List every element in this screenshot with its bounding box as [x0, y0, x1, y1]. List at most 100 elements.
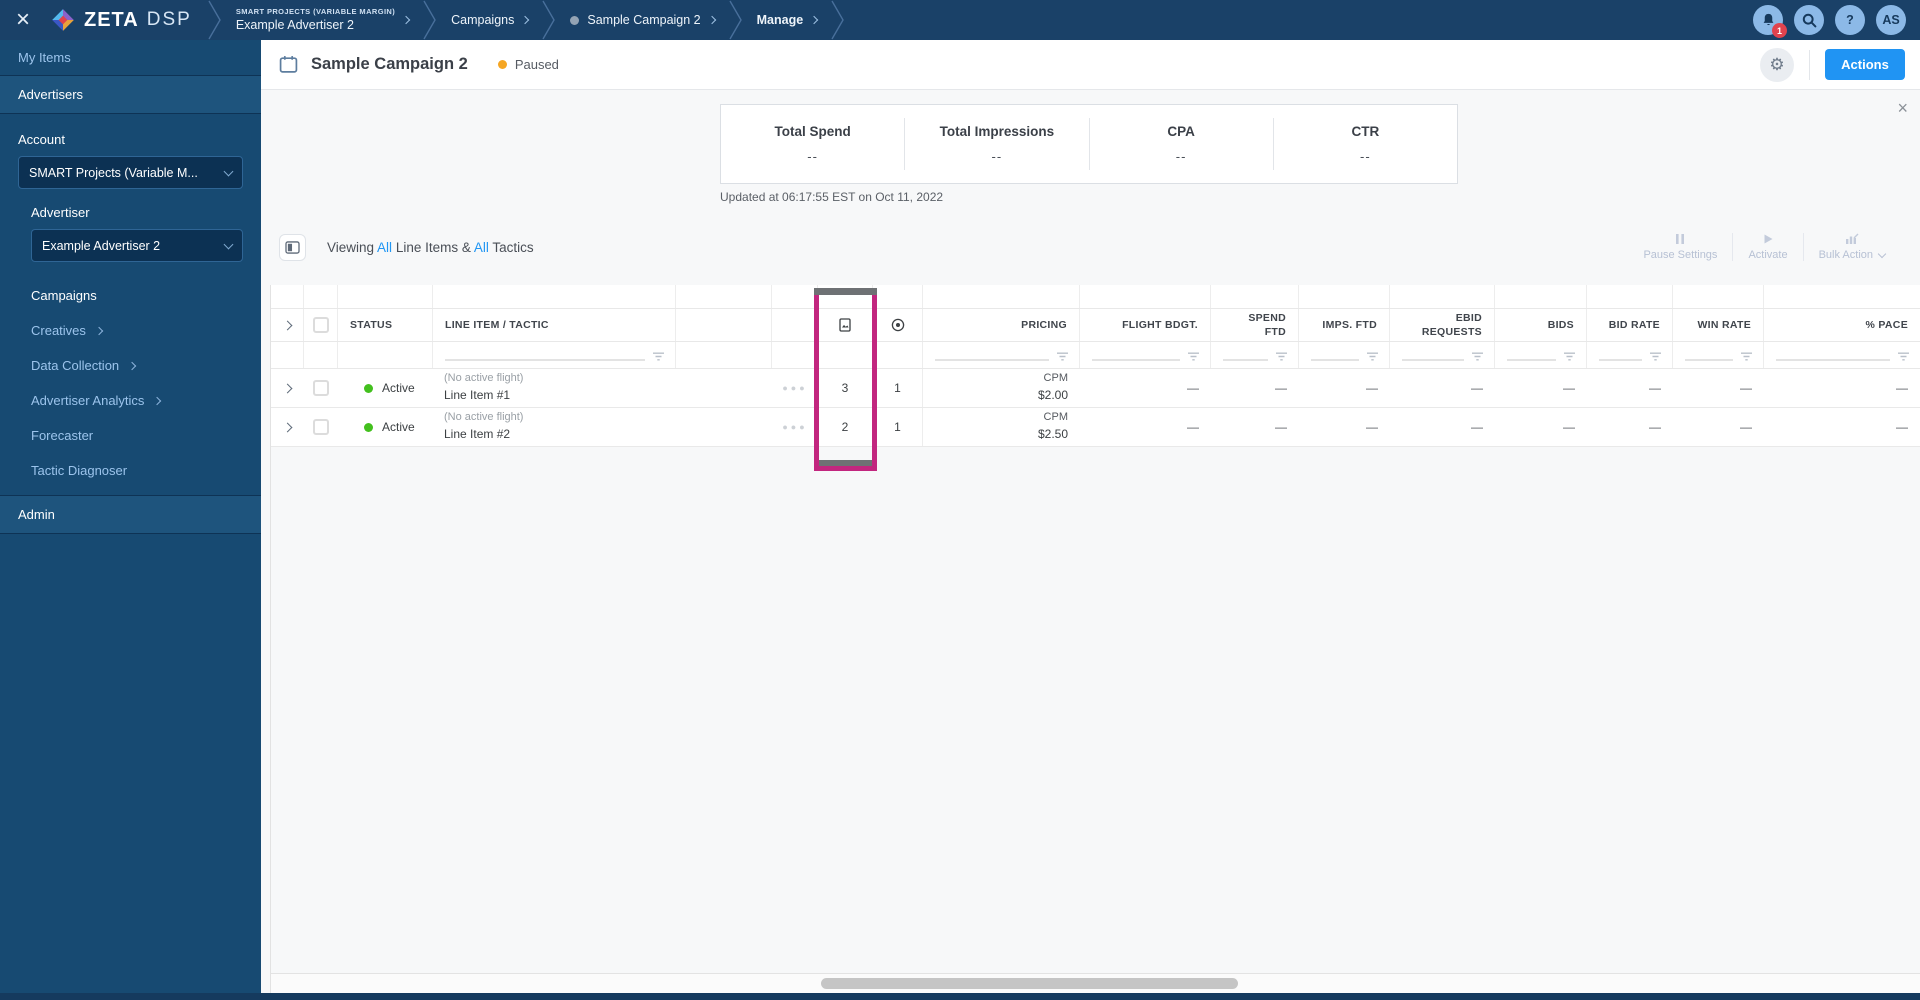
- filter-icon[interactable]: [1056, 352, 1069, 361]
- expand-row-chevron[interactable]: [282, 383, 293, 393]
- breadcrumb-campaigns[interactable]: Campaigns: [437, 13, 542, 27]
- breadcrumb-campaign[interactable]: Sample Campaign 2: [556, 13, 728, 27]
- close-stats-icon[interactable]: ×: [1897, 98, 1908, 119]
- bulk-action-button[interactable]: Bulk Action: [1804, 233, 1900, 261]
- column-header-status[interactable]: STATUS: [338, 309, 433, 341]
- filter-input[interactable]: [1223, 351, 1268, 361]
- filter-icon[interactable]: [1897, 352, 1910, 361]
- creatives-count-cell: 2: [818, 408, 873, 446]
- sidebar-item-forecaster[interactable]: Forecaster: [0, 418, 261, 453]
- column-header-bid-rate[interactable]: BID RATE: [1587, 309, 1673, 341]
- column-header-spend-ftd[interactable]: SPEND FTD: [1211, 309, 1299, 341]
- chevron-right-icon: [153, 396, 162, 405]
- column-header-bids[interactable]: BIDS: [1495, 309, 1587, 341]
- row-checkbox[interactable]: [313, 419, 329, 435]
- filter-pace[interactable]: [1764, 342, 1920, 368]
- filter-flight-bdgt[interactable]: [1080, 342, 1211, 368]
- filter-imps-ftd[interactable]: [1299, 342, 1390, 368]
- filter-input[interactable]: [935, 351, 1049, 361]
- breadcrumb-manage[interactable]: Manage: [743, 13, 832, 27]
- advertiser-select[interactable]: Example Advertiser 2: [31, 229, 243, 262]
- zeta-dsp-logo[interactable]: ZETA DSP: [46, 7, 208, 33]
- expand-all-chevron[interactable]: [282, 320, 292, 330]
- gear-icon: ⚙: [1769, 54, 1785, 74]
- column-header-pricing[interactable]: PRICING: [923, 309, 1080, 341]
- filter-icon[interactable]: [1187, 352, 1200, 361]
- flight-note: (No active flight): [444, 372, 524, 385]
- viewing-text: Line Items &: [392, 239, 474, 255]
- filter-icon[interactable]: [1649, 352, 1662, 361]
- filter-spend-ftd[interactable]: [1211, 342, 1299, 368]
- user-avatar[interactable]: AS: [1876, 5, 1906, 35]
- calendar-icon: [279, 56, 298, 73]
- filter-icon[interactable]: [1740, 352, 1753, 361]
- row-menu-icon[interactable]: ●●●: [782, 383, 807, 393]
- filter-pricing[interactable]: [923, 342, 1080, 368]
- sidebar-item-campaigns[interactable]: Campaigns: [0, 278, 261, 313]
- line-item-cell[interactable]: (No active flight) Line Item #2: [433, 408, 676, 446]
- filter-ebid-requests[interactable]: [1390, 342, 1495, 368]
- filter-bid-rate[interactable]: [1587, 342, 1673, 368]
- select-all-checkbox[interactable]: [312, 317, 329, 333]
- filter-input[interactable]: [1685, 351, 1733, 361]
- help-button[interactable]: ?: [1835, 5, 1865, 35]
- filter-win-rate[interactable]: [1673, 342, 1764, 368]
- settings-button[interactable]: ⚙: [1760, 47, 1794, 82]
- sidebar-item-creatives[interactable]: Creatives: [0, 313, 261, 348]
- filter-line-item[interactable]: [433, 342, 676, 368]
- column-settings-button[interactable]: [279, 233, 306, 261]
- all-line-items-link[interactable]: All: [377, 240, 392, 255]
- filter-input[interactable]: [1311, 351, 1359, 361]
- column-header-tactics[interactable]: [873, 309, 923, 341]
- spend-ftd-cell: —: [1275, 420, 1287, 434]
- filter-icon[interactable]: [652, 352, 665, 361]
- sidebar-item-data-collection[interactable]: Data Collection: [0, 348, 261, 383]
- horizontal-scrollbar[interactable]: [271, 973, 1920, 993]
- sidebar-item-advertisers[interactable]: Advertisers: [0, 75, 261, 114]
- activate-button[interactable]: Activate: [1733, 233, 1802, 261]
- chevron-down-icon: [1877, 249, 1887, 259]
- column-header-ebid-requests[interactable]: EBID REQUESTS: [1390, 309, 1495, 341]
- close-icon[interactable]: ×: [0, 0, 46, 40]
- filter-input[interactable]: [1599, 351, 1642, 361]
- filter-icon[interactable]: [1471, 352, 1484, 361]
- filter-input[interactable]: [1402, 351, 1464, 361]
- column-header-line-item[interactable]: LINE ITEM / TACTIC: [433, 309, 676, 341]
- line-item-cell[interactable]: (No active flight) Line Item #1: [433, 369, 676, 407]
- advertiser-select-value: Example Advertiser 2: [42, 238, 161, 253]
- filter-icon[interactable]: [1366, 352, 1379, 361]
- filter-input[interactable]: [1507, 351, 1556, 361]
- stats-updated-text: Updated at 06:17:55 EST on Oct 11, 2022: [720, 190, 944, 204]
- account-select[interactable]: SMART Projects (Variable M...: [18, 156, 243, 189]
- pricing-cell: CPM $2.50: [923, 408, 1080, 446]
- breadcrumb-advertiser[interactable]: SMART PROJECTS (VARIABLE MARGIN) Example…: [222, 7, 423, 33]
- stat-value: --: [1175, 149, 1187, 164]
- column-header-win-rate[interactable]: WIN RATE: [1673, 309, 1764, 341]
- sidebar-item-tactic-diagnoser[interactable]: Tactic Diagnoser: [0, 453, 261, 488]
- expand-row-chevron[interactable]: [282, 422, 293, 432]
- column-header-creatives[interactable]: [818, 309, 873, 341]
- scrollbar-thumb[interactable]: [821, 978, 1238, 989]
- sidebar-item-advertiser-analytics[interactable]: Advertiser Analytics: [0, 383, 261, 418]
- row-menu-icon[interactable]: ●●●: [782, 422, 807, 432]
- column-header-flight-bdgt[interactable]: FLIGHT BDGT.: [1080, 309, 1211, 341]
- filter-icon[interactable]: [1563, 352, 1576, 361]
- search-button[interactable]: [1794, 5, 1824, 35]
- notifications-button[interactable]: 1: [1753, 5, 1787, 38]
- breadcrumb-separator: [831, 0, 844, 40]
- row-checkbox[interactable]: [313, 380, 329, 396]
- filter-bids[interactable]: [1495, 342, 1587, 368]
- filter-input[interactable]: [1776, 351, 1890, 361]
- pause-settings-button[interactable]: Pause Settings: [1628, 233, 1732, 261]
- sidebar-item-my-items[interactable]: My Items: [0, 40, 261, 75]
- bids-cell: —: [1563, 420, 1575, 434]
- filter-icon[interactable]: [1275, 352, 1288, 361]
- stat-label: CTR: [1351, 124, 1380, 139]
- filter-input[interactable]: [1092, 351, 1180, 361]
- filter-input[interactable]: [445, 351, 645, 361]
- all-tactics-link[interactable]: All: [474, 240, 489, 255]
- sidebar-item-admin[interactable]: Admin: [0, 495, 261, 534]
- actions-button[interactable]: Actions: [1825, 49, 1905, 80]
- column-header-pace[interactable]: % PACE: [1764, 309, 1920, 341]
- column-header-imps-ftd[interactable]: IMPS. FTD: [1299, 309, 1390, 341]
